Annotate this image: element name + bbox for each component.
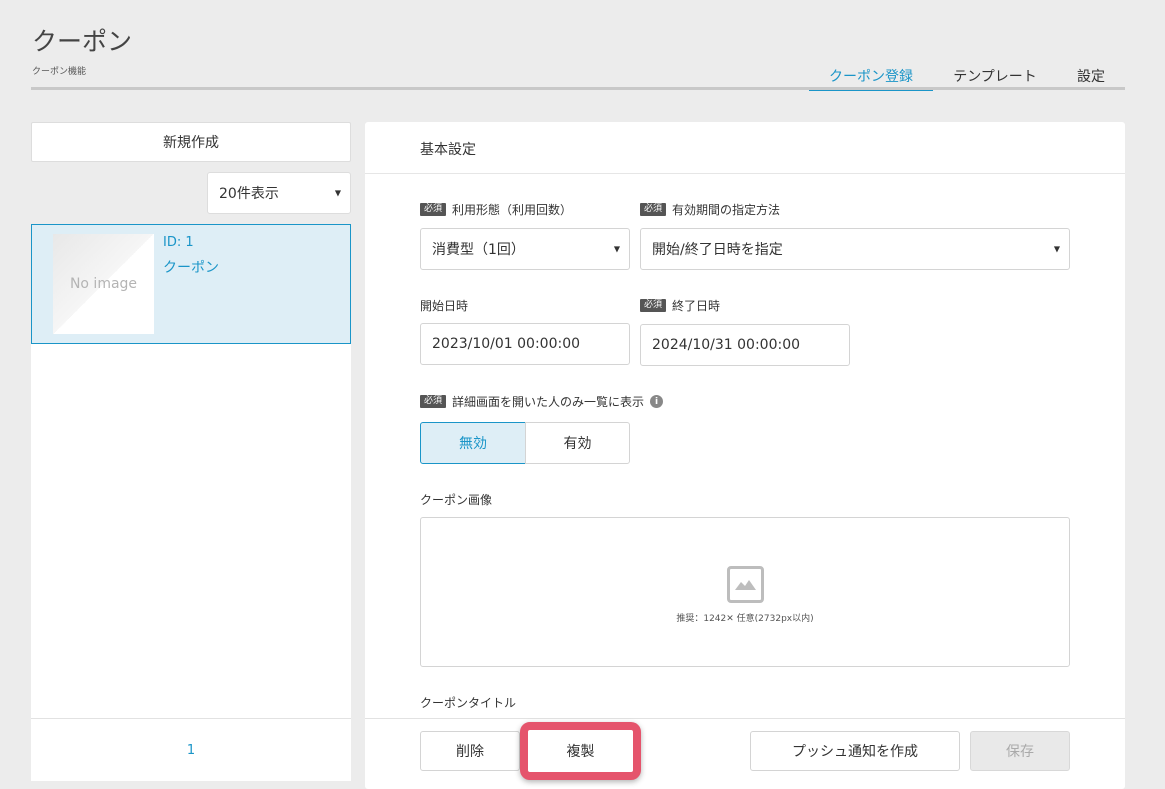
coupon-title-label-text: クーポンタイトル [420,696,517,710]
info-icon[interactable]: i [650,395,664,408]
toggle-disabled-option[interactable]: 無効 [420,422,526,464]
start-datetime-input[interactable]: 2023/10/01 00:00:00 [420,323,630,365]
period-method-label: 必須 有効期間の指定方法 [640,201,780,218]
usage-type-value: 消費型（1回） [432,242,525,258]
image-placeholder-icon [727,566,764,603]
coupon-id: ID: 1 [163,235,194,250]
coupon-thumbnail: No image [53,234,154,334]
duplicate-button[interactable]: 複製 [520,722,641,780]
coupon-title-label: クーポンタイトル [420,694,516,711]
page-size-select[interactable]: 20件表示 ▼ [207,172,351,214]
end-datetime-label-text: 終了日時 [672,299,721,313]
image-size-hint: 推奨：1242✕ 任意(2732px以内) [676,614,814,624]
no-image-text: No image [69,276,138,292]
usage-type-label-text: 利用形態（利用回数） [452,203,573,217]
footer-divider [365,718,1125,719]
start-datetime-label: 開始日時 [420,297,468,314]
page-size-value: 20件表示 [219,186,279,202]
page-title: クーポン [32,27,133,56]
page-subtitle: クーポン機能 [32,67,87,77]
usage-type-label: 必須 利用形態（利用回数） [420,201,572,218]
toggle-enabled-option[interactable]: 有効 [525,422,630,464]
image-upload-area[interactable]: 推奨：1242✕ 任意(2732px以内) [420,517,1070,667]
new-create-button[interactable]: 新規作成 [31,122,351,162]
list-item[interactable]: No image ID: 1 クーポン [31,224,351,344]
end-datetime-input[interactable]: 2024/10/31 00:00:00 [640,324,850,366]
required-badge: 必須 [420,394,447,409]
detail-only-label: 必須 詳細画面を開いた人のみ一覧に表示 i [420,393,664,410]
caret-down-icon: ▼ [613,244,620,254]
pager-divider [31,718,351,719]
coupon-list-panel: No image ID: 1 クーポン 1 [31,224,351,781]
required-badge: 必須 [640,202,667,217]
coupon-image-label: クーポン画像 [420,491,492,508]
required-badge: 必須 [420,202,447,217]
save-button[interactable]: 保存 [970,731,1070,771]
period-method-select[interactable]: 開始/終了日時を指定 ▼ [640,228,1070,270]
create-push-notification-button[interactable]: プッシュ通知を作成 [750,731,960,771]
end-datetime-value: 2024/10/31 00:00:00 [652,337,801,353]
start-datetime-label-text: 開始日時 [420,299,469,313]
delete-button[interactable]: 削除 [420,731,520,771]
tabs-underline [31,87,1125,90]
coupon-form-panel: 基本設定 必須 利用形態（利用回数） 消費型（1回） ▼ 必須 有効期間の指定方… [365,122,1125,789]
coupon-name: クーポン [163,260,219,276]
period-method-label-text: 有効期間の指定方法 [672,203,781,217]
end-datetime-label: 必須 終了日時 [640,297,720,314]
section-title: 基本設定 [420,142,476,158]
caret-down-icon: ▼ [1053,244,1060,254]
usage-type-select[interactable]: 消費型（1回） ▼ [420,228,630,270]
start-datetime-value: 2023/10/01 00:00:00 [432,336,581,352]
period-method-value: 開始/終了日時を指定 [652,242,783,258]
required-badge: 必須 [640,298,667,313]
pager-page-1[interactable]: 1 [31,743,351,758]
coupon-image-label-text: クーポン画像 [420,493,493,507]
detail-only-label-text: 詳細画面を開いた人のみ一覧に表示 [452,395,645,409]
panel-header: 基本設定 [365,122,1125,174]
caret-down-icon: ▼ [334,188,341,198]
